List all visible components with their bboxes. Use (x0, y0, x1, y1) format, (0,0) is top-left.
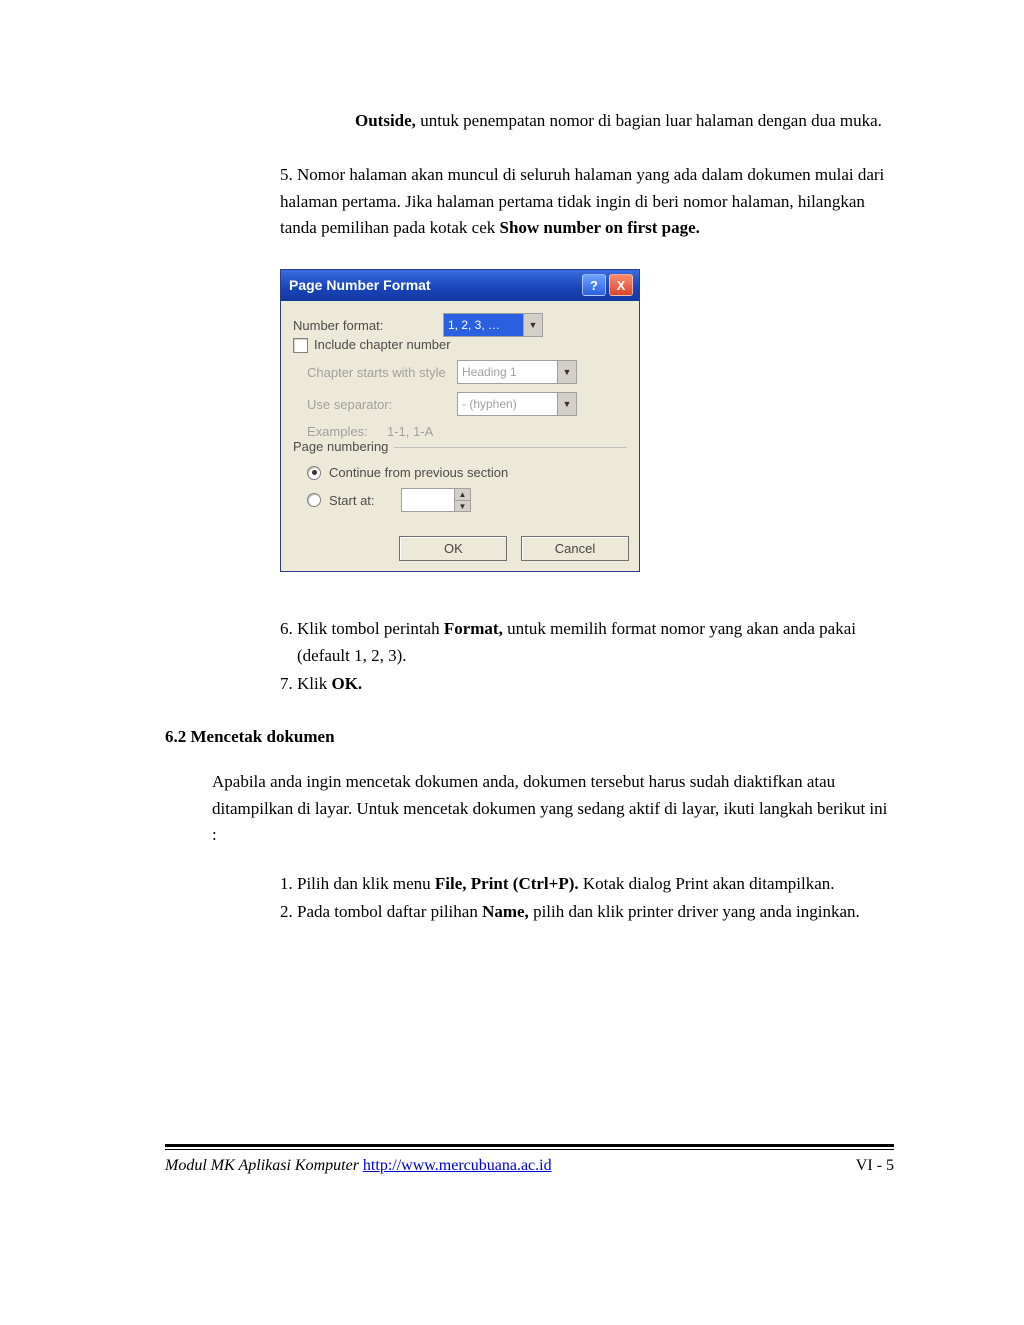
footer-left: Modul MK Aplikasi Komputer http://www.me… (165, 1157, 552, 1175)
examples-row: Examples: 1-1, 1-A (307, 424, 627, 439)
number-format-row: Number format: 1, 2, 3, … ▼ (293, 313, 627, 337)
item5-number: 5. (280, 165, 297, 184)
start-at-row: Start at: ▲▼ (307, 488, 627, 512)
start-at-spin[interactable]: ▲▼ (401, 488, 471, 512)
number-format-select[interactable]: 1, 2, 3, … ▼ (443, 313, 543, 337)
number-format-label: Number format: (293, 318, 443, 333)
list-items-6-7: 6. Klik tombol perintah Format, untuk me… (280, 616, 894, 697)
examples-label: Examples: (307, 424, 387, 439)
include-chapter-legend: Include chapter number (293, 337, 627, 353)
dialog-body: Number format: 1, 2, 3, … ▼ Include chap… (281, 301, 639, 530)
page-footer: Modul MK Aplikasi Komputer http://www.me… (165, 1144, 894, 1175)
list-item-6: 6. Klik tombol perintah Format, untuk me… (280, 616, 894, 669)
outside-bold: Outside, (355, 111, 416, 130)
list62-item-2: 2. Pada tombol daftar pilihan Name, pili… (280, 899, 894, 925)
spin-up-icon[interactable]: ▲ (454, 489, 470, 501)
include-chapter-checkbox[interactable] (293, 338, 308, 353)
item7-number: 7. (280, 674, 297, 693)
list62-item-1: 1. Pilih dan klik menu File, Print (Ctrl… (280, 871, 894, 897)
item6-bold: Format, (444, 619, 503, 638)
include-chapter-label: Include chapter number (314, 337, 451, 352)
l2-t1: Pada tombol daftar pilihan (297, 902, 482, 921)
l2-bold: Name, (482, 902, 529, 921)
spin-down-icon[interactable]: ▼ (454, 501, 470, 512)
chapter-style-label: Chapter starts with style (307, 365, 457, 380)
dialog-title: Page Number Format (289, 277, 431, 293)
chapter-fieldset: Include chapter number Chapter starts wi… (293, 345, 627, 439)
dialog-screenshot: Page Number Format ? X Number format: 1,… (280, 269, 894, 572)
heading-6-2: 6.2 Mencetak dokumen (165, 727, 894, 747)
chapter-style-value: Heading 1 (462, 365, 517, 379)
l1-t2: Kotak dialog Print akan ditampilkan. (579, 874, 835, 893)
ok-button[interactable]: OK (399, 536, 507, 561)
chapter-style-select[interactable]: Heading 1 ▼ (457, 360, 577, 384)
item7-bold: OK. (331, 674, 362, 693)
l1-num: 1. (280, 874, 297, 893)
list-item-5: 5. Nomor halaman akan muncul di seluruh … (280, 162, 894, 241)
list-item-7: 7. Klik OK. (280, 671, 894, 697)
chapter-style-row: Chapter starts with style Heading 1 ▼ (307, 360, 627, 384)
start-at-label: Start at: (329, 493, 401, 508)
help-button[interactable]: ? (582, 274, 606, 296)
paragraph-6-2: Apabila anda ingin mencetak dokumen anda… (212, 769, 894, 848)
close-button[interactable]: X (609, 274, 633, 296)
separator-value: - (hyphen) (462, 397, 517, 411)
continue-radio[interactable] (307, 466, 321, 480)
item5-bold: Show number on first page. (500, 218, 700, 237)
l2-t2: pilih dan klik printer driver yang anda … (529, 902, 860, 921)
number-format-value: 1, 2, 3, … (448, 318, 500, 332)
outside-paragraph: Outside, untuk penempatan nomor di bagia… (355, 108, 894, 134)
footer-page-number: VI - 5 (856, 1157, 894, 1175)
cancel-button[interactable]: Cancel (521, 536, 629, 561)
separator-label: Use separator: (307, 397, 457, 412)
footer-module: Modul MK Aplikasi Komputer (165, 1157, 363, 1174)
dialog-footer: OK Cancel (281, 530, 639, 571)
l2-num: 2. (280, 902, 297, 921)
footer-row: Modul MK Aplikasi Komputer http://www.me… (165, 1157, 894, 1175)
footer-link[interactable]: http://www.mercubuana.ac.id (363, 1157, 552, 1174)
footer-rule (165, 1144, 894, 1150)
continue-label: Continue from previous section (329, 465, 508, 480)
start-at-radio[interactable] (307, 493, 321, 507)
l1-bold: File, Print (Ctrl+P). (435, 874, 579, 893)
outside-text: untuk penempatan nomor di bagian luar ha… (416, 111, 882, 130)
page-numbering-fieldset: Page numbering Continue from previous se… (293, 447, 627, 512)
page-number-format-dialog: Page Number Format ? X Number format: 1,… (280, 269, 640, 572)
continue-row: Continue from previous section (307, 465, 627, 480)
item7-t1: Klik (297, 674, 331, 693)
dropdown-icon: ▼ (557, 361, 576, 383)
item6-t1: Klik tombol perintah (297, 619, 444, 638)
examples-value: 1-1, 1-A (387, 424, 433, 439)
dropdown-icon: ▼ (557, 393, 576, 415)
dialog-titlebar: Page Number Format ? X (281, 270, 639, 301)
page-numbering-legend: Page numbering (293, 439, 394, 454)
document-page: Outside, untuk penempatan nomor di bagia… (0, 0, 1024, 1325)
list-6-2: 1. Pilih dan klik menu File, Print (Ctrl… (280, 871, 894, 926)
l1-t1: Pilih dan klik menu (297, 874, 435, 893)
separator-row: Use separator: - (hyphen) ▼ (307, 392, 627, 416)
dropdown-icon: ▼ (523, 314, 542, 336)
item6-number: 6. (280, 619, 297, 638)
separator-select[interactable]: - (hyphen) ▼ (457, 392, 577, 416)
